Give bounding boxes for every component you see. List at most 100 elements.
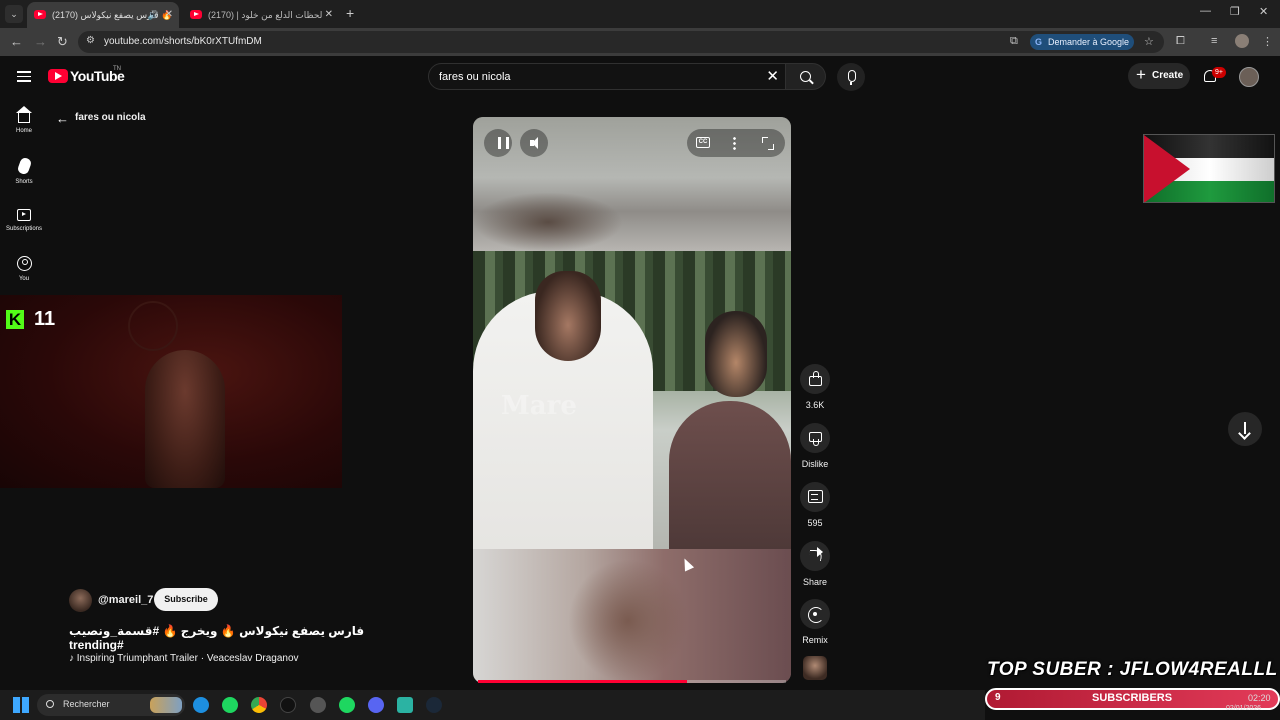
new-tab-button[interactable]: + <box>346 5 354 21</box>
captions-icon[interactable]: CC <box>696 137 710 148</box>
progress-fill <box>478 680 688 683</box>
share-label: Share <box>802 577 828 587</box>
chrome-icon[interactable] <box>251 697 267 713</box>
viewer-counter: 11 <box>34 308 56 330</box>
video-frame: Mare <box>473 251 791 549</box>
top-subscriber-banner: TOP SUBER : JFLOW4REALLL <box>987 659 1278 680</box>
person-head <box>535 271 601 361</box>
url-text: youtube.com/shorts/bK0rXTUfmDM <box>104 36 262 47</box>
remix-button[interactable]: Remix <box>799 599 831 645</box>
hamburger-menu-icon[interactable] <box>17 71 31 82</box>
address-bar-row: ← → ↻ ⚙ youtube.com/shorts/bK0rXTUfmDM ⧉… <box>0 28 1280 56</box>
subscribe-button[interactable]: Subscribe <box>154 588 218 611</box>
channel-avatar[interactable] <box>69 589 92 612</box>
sidebar-item-label: Subscriptions <box>5 226 43 232</box>
like-button[interactable]: 3.6K <box>799 364 831 410</box>
spotify-icon[interactable] <box>339 697 355 713</box>
media-controls-icon[interactable]: ≡ <box>1211 35 1217 47</box>
share-button[interactable]: Share <box>799 541 831 587</box>
reload-icon[interactable]: ↻ <box>57 34 68 50</box>
next-short-button[interactable] <box>1228 412 1262 446</box>
more-options-icon[interactable] <box>733 136 736 150</box>
clear-search-icon[interactable]: ✕ <box>766 67 779 85</box>
tab-close-icon[interactable]: ✕ <box>325 2 333 28</box>
kick-logo-icon: K <box>6 310 24 329</box>
windows-start-icon[interactable] <box>13 697 29 713</box>
app-icon[interactable] <box>310 697 326 713</box>
subscriber-label: SUBSCRIBERS <box>1092 692 1173 704</box>
comment-icon <box>800 482 830 512</box>
maximize-button[interactable]: ❐ <box>1230 5 1240 18</box>
sidebar-item-shorts[interactable]: Shorts <box>0 156 48 185</box>
search-button[interactable] <box>786 63 826 90</box>
account-avatar[interactable] <box>1239 67 1259 87</box>
search-icon <box>46 700 54 708</box>
search-input[interactable]: fares ou nicola ✕ <box>428 63 786 90</box>
wall-clock <box>128 301 178 351</box>
omnibox[interactable]: ⚙ youtube.com/shorts/bK0rXTUfmDM ⧉ Deman… <box>78 31 1164 53</box>
taskbar-search-placeholder: Rechercher <box>63 699 110 709</box>
sidebar-item-home[interactable]: Home <box>0 106 48 134</box>
edge-icon[interactable] <box>193 697 209 713</box>
menu-kebab-icon[interactable]: ⋮ <box>1262 35 1273 48</box>
search-icon <box>800 71 811 82</box>
taskbar-search[interactable]: Rechercher <box>37 694 185 716</box>
like-count: 3.6K <box>805 400 825 410</box>
install-app-icon[interactable]: ⧉ <box>1010 35 1018 48</box>
voice-search-button[interactable] <box>837 63 865 91</box>
ask-google-button[interactable]: Demander à Google <box>1030 34 1134 50</box>
dislike-label: Dislike <box>801 459 829 469</box>
person-brown-shirt <box>669 401 791 549</box>
create-button[interactable]: Create <box>1128 62 1190 89</box>
search-query: fares ou nicola <box>439 71 511 83</box>
tab-active[interactable]: (2170) فارس يصفع نيكولاس ‎🔥 🔊 ✕ <box>27 2 179 28</box>
tab-inactive[interactable]: (2170) لحظات الدلع من خلود | ال... ✕ <box>183 2 339 46</box>
back-icon[interactable]: ← <box>10 34 23 49</box>
sidebar-item-label: You <box>18 276 30 282</box>
sound-source-thumbnail[interactable] <box>803 656 827 680</box>
subscriber-count: 9 <box>995 692 1001 703</box>
subscriptions-icon <box>17 209 31 221</box>
back-to-search-link[interactable]: fares ou nicola <box>75 112 146 123</box>
app-icon[interactable] <box>397 697 413 713</box>
music-link[interactable]: ♪ Inspiring Triumphant Trailer · Veacesl… <box>69 653 299 664</box>
short-title[interactable]: فارس يصفع نيكولاس 🔥 ويخرج 🔥 #قسمة_ونصيب … <box>69 624 369 652</box>
back-arrow-icon[interactable]: ← <box>56 111 69 126</box>
thumbs-up-icon <box>800 364 830 394</box>
comment-count: 595 <box>807 518 823 528</box>
fullscreen-icon[interactable] <box>761 137 774 150</box>
remix-icon <box>800 599 830 629</box>
youtube-favicon-icon <box>34 10 46 19</box>
comments-button[interactable]: 595 <box>799 482 831 528</box>
clock-date: 02/01/2026 <box>1226 705 1262 712</box>
discord-icon[interactable] <box>368 697 384 713</box>
tab-close-icon[interactable]: ✕ <box>165 2 173 28</box>
minimize-button[interactable]: — <box>1200 5 1211 17</box>
spotify-icon[interactable] <box>222 697 238 713</box>
video-watermark: Mare <box>501 391 577 421</box>
tab-audio-icon[interactable]: 🔊 <box>148 2 159 28</box>
sidebar-item-subscriptions[interactable]: Subscriptions <box>0 207 48 232</box>
progress-bar[interactable] <box>478 680 786 683</box>
extensions-icon[interactable]: ⧠ <box>1176 35 1185 48</box>
steam-icon[interactable] <box>426 697 442 713</box>
profile-avatar[interactable] <box>1235 34 1249 48</box>
sidebar-item-you[interactable]: You <box>0 256 48 282</box>
thumbs-down-icon <box>800 423 830 453</box>
dislike-button[interactable]: Dislike <box>799 423 831 469</box>
volume-icon <box>530 137 538 149</box>
tiktok-icon[interactable] <box>280 697 296 713</box>
youtube-logo-icon[interactable] <box>48 69 68 83</box>
region-code: TN <box>113 66 121 72</box>
you-icon <box>16 256 32 271</box>
channel-name[interactable]: @mareil_7 <box>98 594 153 606</box>
pause-icon <box>498 137 509 149</box>
short-video-player[interactable]: Mare <box>473 117 791 683</box>
youtube-favicon-icon <box>190 10 202 19</box>
tab-search-button[interactable]: ⌄ <box>5 5 23 23</box>
forward-icon[interactable]: → <box>34 34 47 49</box>
site-info-icon[interactable]: ⚙ <box>86 35 95 46</box>
close-window-button[interactable]: ✕ <box>1259 5 1268 18</box>
share-icon <box>800 541 830 571</box>
bookmark-star-icon[interactable]: ☆ <box>1144 35 1154 48</box>
